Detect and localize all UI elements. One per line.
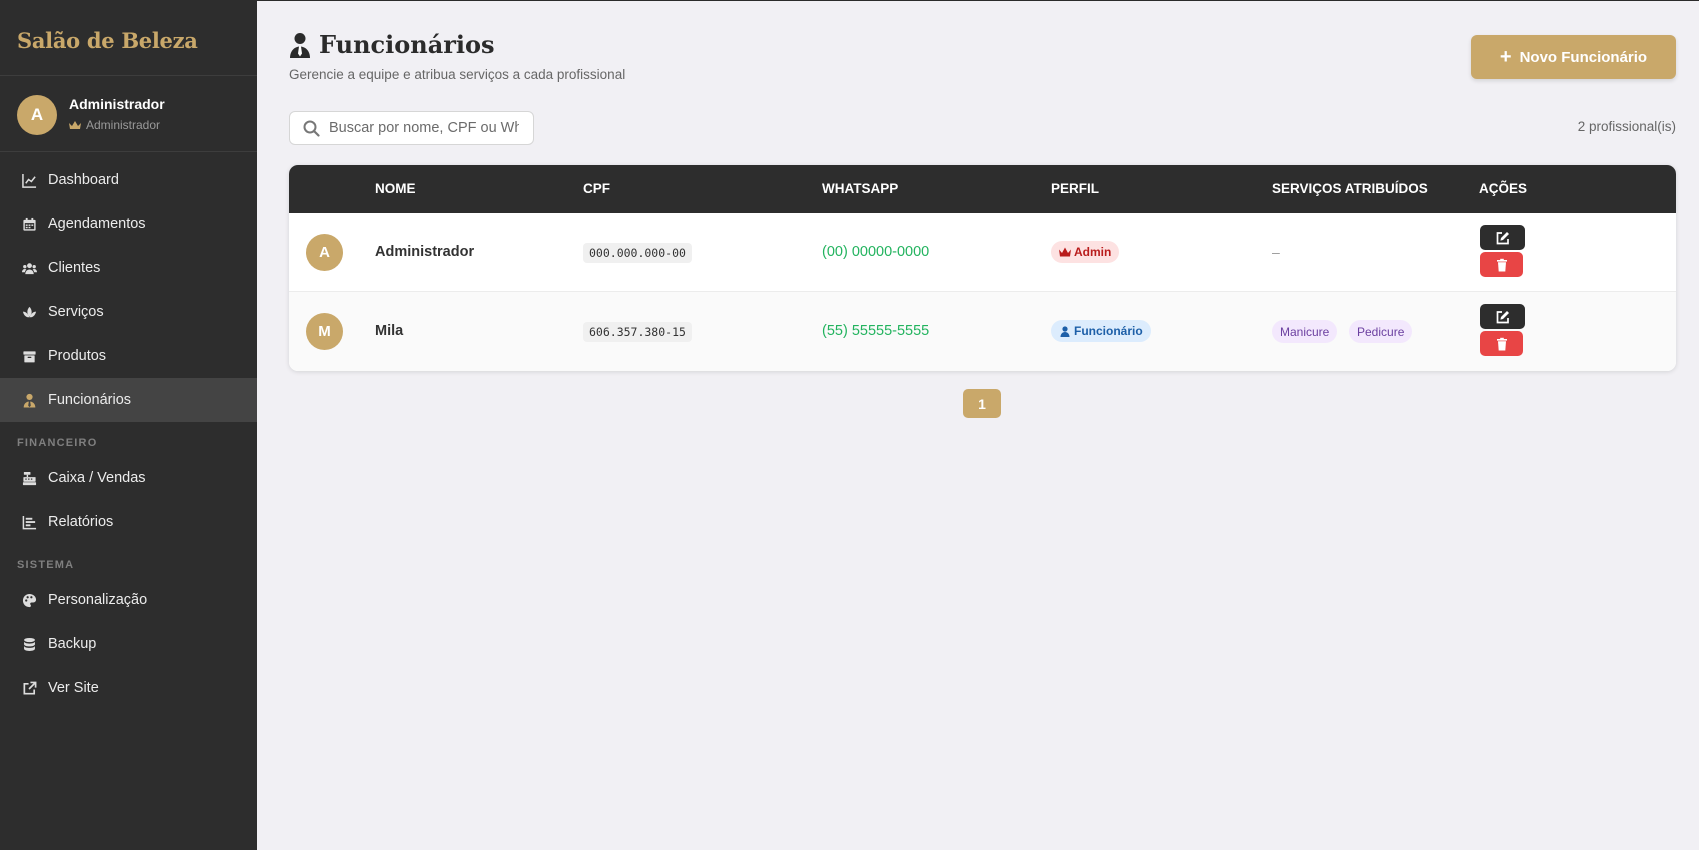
column-header-perfil[interactable]: PERFIL (1051, 181, 1099, 196)
avatar: A (306, 234, 343, 271)
employee-name: Mila (375, 323, 404, 339)
nav-section-financeiro: FINANCEIRO (17, 437, 98, 449)
edit-button[interactable] (1480, 225, 1525, 250)
sidebar-item-label: Funcionários (48, 392, 132, 408)
profile-badge-label: Admin (1074, 245, 1112, 259)
sidebar: Salão de Beleza A Administrador Administ… (0, 0, 257, 850)
calendar-icon (21, 216, 37, 232)
sidebar-item-produtos[interactable]: Produtos (0, 334, 257, 378)
users-icon (21, 260, 37, 276)
sidebar-item-personalizacao[interactable]: Personalização (0, 578, 257, 622)
new-employee-button-label: Novo Funcionário (1519, 48, 1648, 66)
user-profile: A Administrador Administrador (0, 76, 257, 152)
employees-table: NOME CPF WHATSAPP PERFIL SERVIÇOS ATRIBU… (289, 165, 1676, 371)
profile-badge-label: Funcionário (1074, 324, 1143, 338)
search-input[interactable] (329, 120, 519, 136)
pagination-page-1[interactable]: 1 (963, 389, 1001, 418)
box-icon (21, 348, 37, 364)
edit-icon (1496, 310, 1509, 323)
user-info: Administrador Administrador (69, 95, 165, 151)
employee-name: Administrador (375, 244, 475, 260)
external-link-icon (21, 680, 37, 696)
sidebar-item-label: Personalização (48, 592, 148, 608)
delete-button[interactable] (1480, 331, 1523, 356)
main-content: Funcionários Gerencie a equipe e atribua… (257, 0, 1699, 850)
spa-icon (21, 304, 37, 320)
search-icon (303, 120, 320, 137)
page-title: Funcionários (319, 30, 495, 59)
crown-icon (1059, 247, 1071, 256)
page-subtitle: Gerencie a equipe e atribua serviços a c… (289, 67, 626, 82)
employee-whatsapp[interactable]: (00) 00000-0000 (822, 244, 929, 260)
column-header-whatsapp[interactable]: WHATSAPP (822, 181, 898, 196)
user-tie-icon (290, 32, 310, 58)
column-header-servicos[interactable]: SERVIÇOS ATRIBUÍDOS (1272, 181, 1428, 196)
table-header: NOME CPF WHATSAPP PERFIL SERVIÇOS ATRIBU… (289, 165, 1676, 213)
trash-icon (1496, 258, 1507, 271)
sidebar-item-label: Clientes (48, 260, 101, 276)
database-icon (21, 636, 37, 652)
user-role: Administrador (69, 118, 165, 132)
page-header: Funcionários (289, 30, 495, 59)
service-tag: Manicure (1272, 320, 1338, 343)
column-header-acoes: AÇÕES (1479, 181, 1528, 196)
plus-icon: + (1499, 46, 1512, 68)
nav-section-sistema: SISTEMA (17, 559, 75, 571)
profile-badge-admin: Admin (1051, 241, 1120, 263)
sidebar-item-label: Relatórios (48, 514, 114, 530)
sidebar-item-relatorios[interactable]: Relatórios (0, 500, 257, 544)
sidebar-item-label: Produtos (48, 348, 107, 364)
brand-title[interactable]: Salão de Beleza (17, 28, 240, 53)
avatar: A (17, 95, 57, 135)
sidebar-item-label: Backup (48, 636, 97, 652)
search-box (289, 111, 534, 145)
palette-icon (21, 592, 37, 608)
sidebar-item-label: Dashboard (48, 172, 119, 188)
avatar: M (306, 313, 343, 350)
sidebar-item-label: Agendamentos (48, 216, 146, 232)
chart-line-icon (21, 172, 37, 188)
sidebar-item-servicos[interactable]: Serviços (0, 290, 257, 334)
sidebar-item-clientes[interactable]: Clientes (0, 246, 257, 290)
brand: Salão de Beleza (0, 0, 257, 76)
user-name: Administrador (69, 96, 165, 112)
employee-cpf: 606.357.380-15 (583, 322, 692, 342)
service-tag: Pedicure (1349, 320, 1413, 343)
delete-button[interactable] (1480, 252, 1523, 277)
user-icon (1060, 325, 1070, 337)
trash-icon (1496, 337, 1507, 350)
edit-button[interactable] (1480, 304, 1525, 329)
column-header-cpf[interactable]: CPF (583, 181, 610, 196)
sidebar-item-agendamentos[interactable]: Agendamentos (0, 202, 257, 246)
sidebar-nav: Dashboard Agendamentos Clientes Serviços… (0, 152, 257, 710)
sidebar-item-label: Serviços (48, 304, 104, 320)
crown-icon (69, 120, 81, 129)
user-tie-icon (21, 392, 37, 408)
edit-icon (1496, 231, 1509, 244)
sidebar-item-label: Caixa / Vendas (48, 470, 146, 486)
table-row: A Administrador 000.000.000-00 (00) 0000… (289, 213, 1676, 292)
column-header-nome[interactable]: NOME (375, 181, 416, 196)
bar-chart-icon (21, 514, 37, 530)
new-employee-button[interactable]: + Novo Funcionário (1471, 35, 1676, 79)
employee-cpf: 000.000.000-00 (583, 243, 692, 263)
employee-count: 2 profissional(is) (1577, 119, 1676, 134)
employee-whatsapp[interactable]: (55) 55555-5555 (822, 323, 929, 339)
sidebar-item-caixa-vendas[interactable]: Caixa / Vendas (0, 456, 257, 500)
table-row: M Mila 606.357.380-15 (55) 55555-5555 Fu… (289, 292, 1676, 371)
sidebar-item-ver-site[interactable]: Ver Site (0, 666, 257, 710)
sidebar-item-backup[interactable]: Backup (0, 622, 257, 666)
profile-badge-funcionario: Funcionário (1051, 320, 1151, 342)
user-role-label: Administrador (86, 118, 161, 132)
cash-register-icon (21, 470, 37, 486)
sidebar-item-funcionarios[interactable]: Funcionários (0, 378, 257, 422)
sidebar-item-label: Ver Site (48, 680, 99, 696)
sidebar-item-dashboard[interactable]: Dashboard (0, 158, 257, 202)
no-services: – (1272, 244, 1280, 260)
